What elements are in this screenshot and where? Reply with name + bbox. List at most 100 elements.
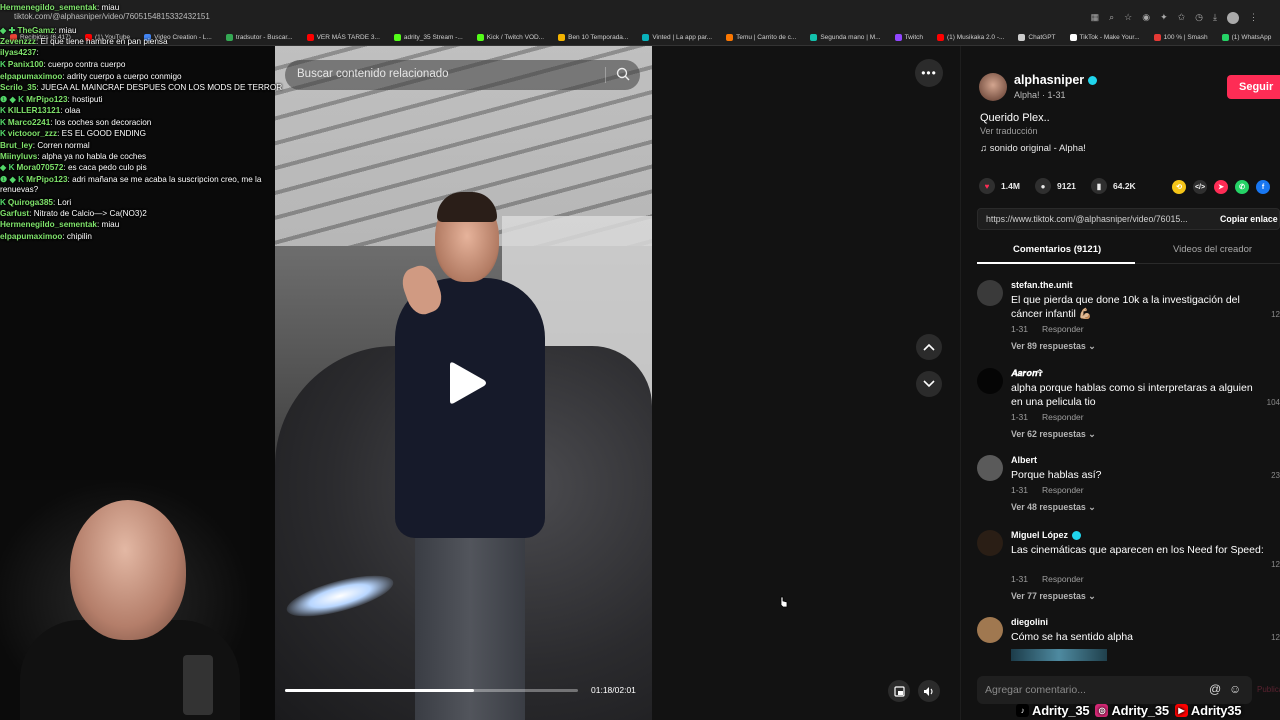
emoji-icon[interactable]: ☺ — [1229, 682, 1241, 696]
chat-username[interactable]: Quiroga385 — [8, 198, 53, 207]
send-icon[interactable]: ➤ — [1214, 180, 1228, 194]
author-avatar[interactable] — [979, 73, 1007, 101]
bookmark-item[interactable]: Ben 10 Temporada... — [558, 30, 628, 44]
bookmark-item[interactable]: TikTok - Make Your... — [1069, 30, 1140, 44]
comment-like-count[interactable]: 12 — [1271, 310, 1280, 319]
bookmark-item[interactable]: Twitch — [894, 30, 923, 44]
comment-like-count[interactable]: 12 — [1271, 633, 1280, 642]
extension-icon[interactable]: ◉ — [1142, 12, 1150, 24]
next-video-button[interactable] — [916, 371, 942, 397]
translate-link[interactable]: Ver traducción — [980, 126, 1038, 136]
bookmark-item[interactable]: adrity_35 Stream -... — [393, 30, 463, 44]
related-search[interactable]: Buscar contenido relacionado — [285, 60, 640, 90]
follow-button[interactable]: Seguir — [1227, 75, 1280, 99]
comment-avatar[interactable] — [977, 455, 1003, 481]
comment-username[interactable]: diegolini — [1011, 617, 1048, 627]
chat-username[interactable]: Panix100 — [8, 60, 44, 69]
grid-icon[interactable]: ▦ — [1091, 12, 1100, 24]
bookmark-item[interactable]: Temu | Carrito de c... — [726, 30, 796, 44]
chat-username[interactable]: Garfust — [0, 209, 29, 218]
comment-like-count[interactable]: 23 — [1271, 471, 1280, 480]
tab-comments[interactable]: Comentarios (9121) — [1013, 244, 1101, 255]
play-icon[interactable] — [446, 361, 488, 405]
mention-icon[interactable]: @ — [1209, 682, 1221, 696]
active-tab-indicator — [977, 262, 1135, 264]
previous-video-button[interactable] — [916, 334, 942, 360]
embed-icon[interactable]: </> — [1193, 180, 1207, 194]
bookmark-item[interactable]: Kick / Twitch VOD... — [476, 30, 544, 44]
zoom-icon[interactable]: ⌕ — [1109, 12, 1114, 24]
repost-icon[interactable]: ⟲ — [1172, 180, 1186, 194]
comment-image-thumbnail[interactable] — [1011, 649, 1107, 661]
menu-icon[interactable]: ⋮ — [1249, 12, 1258, 24]
comment-username[interactable]: stefan.the.unit — [1011, 280, 1073, 290]
chat-username[interactable]: Miinyluvs — [0, 152, 37, 161]
profile-avatar[interactable] — [1227, 12, 1239, 24]
tiktok-icon: ♪ — [1016, 703, 1029, 717]
chat-badge-icon: ❶ ◆ K — [0, 95, 25, 104]
chat-username[interactable]: KILLER13121 — [8, 106, 60, 115]
view-replies-button[interactable]: Ver 77 respuestas ⌄ — [1011, 591, 1096, 602]
reply-button[interactable]: Responder — [1042, 412, 1084, 422]
pip-button[interactable] — [888, 680, 910, 702]
chat-username[interactable]: Hermenegildo_sementak — [0, 3, 97, 12]
comment-avatar[interactable] — [977, 280, 1003, 306]
chat-username[interactable]: Zevenzzz — [0, 37, 36, 46]
star-icon[interactable]: ☆ — [1124, 12, 1132, 24]
view-replies-button[interactable]: Ver 89 respuestas ⌄ — [1011, 341, 1096, 352]
chat-username[interactable]: elpapumaximoo — [0, 232, 62, 241]
comment-avatar[interactable] — [977, 368, 1003, 394]
chat-username[interactable]: Marco2241 — [8, 118, 50, 127]
chat-username[interactable]: Hermenegildo_sementak — [0, 220, 97, 229]
reply-button[interactable]: Responder — [1042, 324, 1084, 334]
puzzle-icon[interactable]: ✦ — [1160, 12, 1168, 24]
comment-like-count[interactable]: 104 — [1267, 398, 1280, 407]
tab-creator-videos[interactable]: Videos del creador — [1173, 244, 1252, 255]
more-options-button[interactable]: ••• — [915, 59, 943, 87]
comment-button[interactable]: ● 9121 — [1035, 178, 1076, 194]
chat-username[interactable]: Mora070572 — [16, 163, 63, 172]
comment-username[interactable]: Albert — [1011, 455, 1037, 465]
chat-username[interactable]: Brut_ley — [0, 141, 33, 150]
view-replies-label: Ver 89 respuestas — [1011, 341, 1086, 351]
chat-username[interactable]: Scrilo_35 — [0, 83, 36, 92]
comment-meta: 1-31 Responder — [1011, 574, 1098, 584]
reply-button[interactable]: Responder — [1042, 574, 1084, 584]
view-replies-button[interactable]: Ver 62 respuestas ⌄ — [1011, 429, 1096, 440]
bookmark-item[interactable]: VER MÁS TARDE 3... — [306, 30, 380, 44]
search-icon[interactable] — [616, 67, 630, 81]
download-icon[interactable]: ⤓ — [1213, 12, 1217, 24]
comment-avatar[interactable] — [977, 617, 1003, 643]
chat-username[interactable]: TheGamz — [17, 26, 54, 35]
chat-username[interactable]: MrPipo123 — [26, 95, 67, 104]
save-button[interactable]: ▮ 64.2K — [1091, 178, 1136, 194]
sound-link[interactable]: ♫ sonido original - Alpha! — [980, 143, 1086, 154]
comment-like-count[interactable]: 12 — [1271, 560, 1280, 569]
bookmark-item[interactable]: (1) WhatsApp — [1221, 30, 1271, 44]
bookmark-item[interactable]: 100 % | Smash — [1153, 30, 1208, 44]
whatsapp-icon[interactable]: ✆ — [1235, 180, 1249, 194]
history-icon[interactable]: ◷ — [1195, 12, 1203, 24]
view-replies-button[interactable]: Ver 48 respuestas ⌄ — [1011, 502, 1096, 513]
bookmark-item[interactable]: Vinted | La app par... — [642, 30, 712, 44]
video-progress-bar[interactable] — [285, 689, 578, 692]
copy-link-button[interactable]: Copiar enlace — [1220, 214, 1278, 224]
bookmark-item[interactable]: Segunda mano | M... — [810, 30, 881, 44]
bookmark-item[interactable]: ChatGPT — [1018, 30, 1056, 44]
bookmark-item[interactable]: (1) Musikaka 2.0 -... — [936, 30, 1004, 44]
author-name[interactable]: alphasniper — [1014, 73, 1098, 87]
like-button[interactable]: ♥ 1.4M — [979, 178, 1020, 194]
comment-username[interactable]: Miguel López — [1011, 530, 1081, 541]
chat-username[interactable]: ilyas4237 — [0, 48, 36, 57]
bookmark-star-icon[interactable]: ✩ — [1178, 12, 1186, 24]
video-link[interactable]: https://www.tiktok.com/@alphasniper/vide… — [986, 214, 1188, 224]
chat-username[interactable]: elpapumaximoo — [0, 72, 62, 81]
comment-avatar[interactable] — [977, 530, 1003, 556]
reply-button[interactable]: Responder — [1042, 485, 1084, 495]
chat-username[interactable]: MrPipo123 — [26, 175, 67, 184]
post-comment-button[interactable]: Publicar — [1257, 685, 1280, 694]
comment-username[interactable]: 𝑨𝒂𝒓𝒐𝒏✞ — [1011, 368, 1043, 379]
facebook-icon[interactable]: f — [1256, 180, 1270, 194]
chat-username[interactable]: victooor_zzz — [8, 129, 57, 138]
volume-button[interactable] — [918, 680, 940, 702]
